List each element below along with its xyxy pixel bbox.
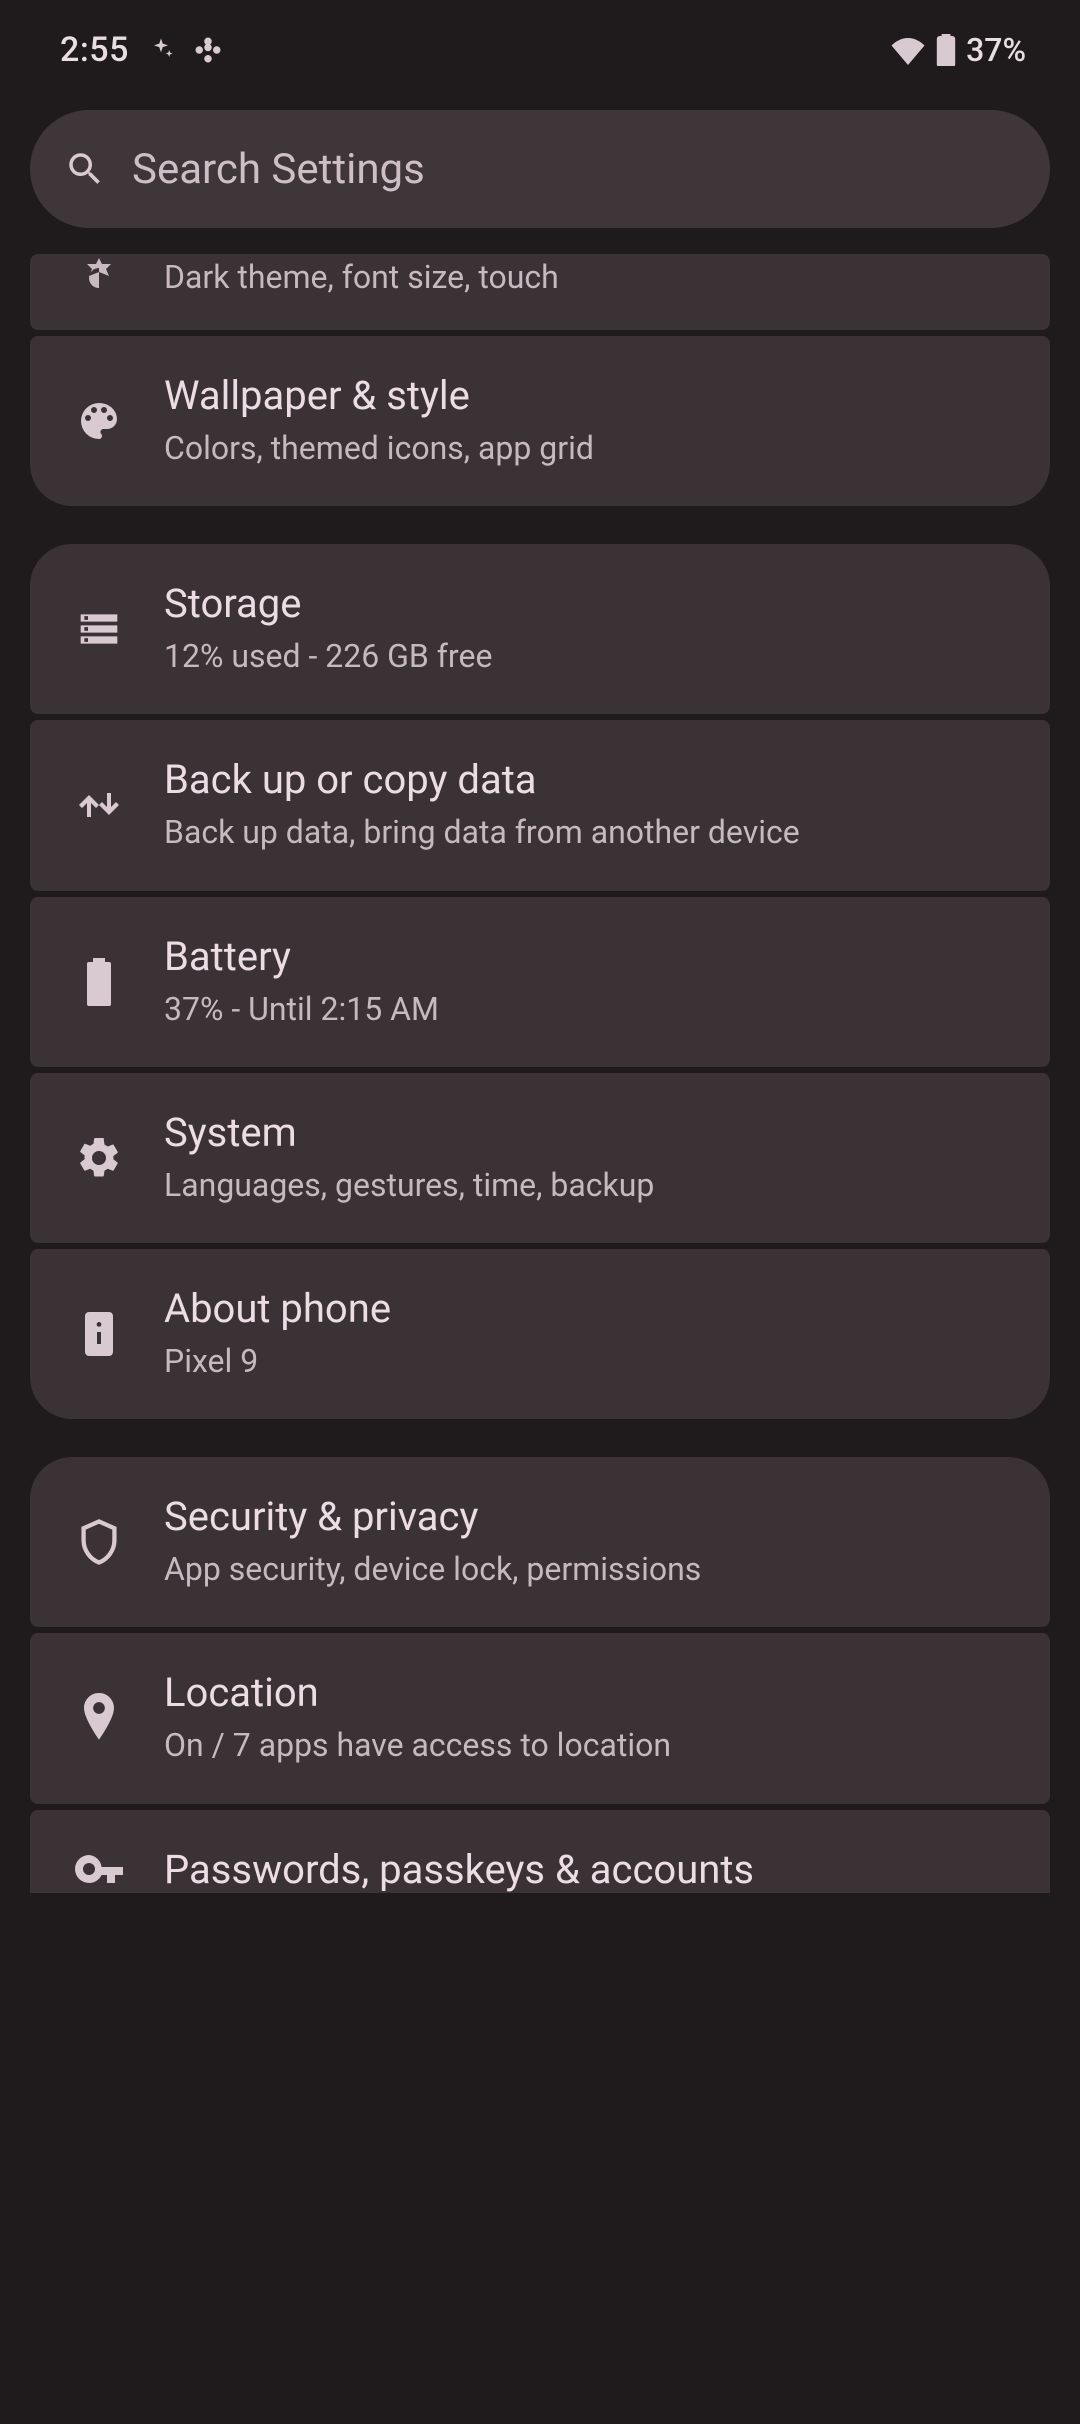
palette-icon [54, 397, 144, 445]
settings-item-backup[interactable]: Back up or copy data Back up data, bring… [30, 720, 1050, 890]
storage-icon [54, 607, 144, 651]
settings-item-storage[interactable]: Storage 12% used - 226 GB free [30, 544, 1050, 714]
passwords-title: Passwords, passkeys & accounts [164, 1846, 1020, 1893]
search-wrap: Search Settings [0, 100, 1080, 254]
status-bar: 2:55 37% [0, 0, 1080, 100]
about-title: About phone [164, 1285, 1020, 1332]
key-icon [54, 1854, 144, 1884]
settings-item-wallpaper[interactable]: Wallpaper & style Colors, themed icons, … [30, 336, 1050, 506]
storage-subtitle: 12% used - 226 GB free [164, 635, 1020, 678]
clover-icon [193, 35, 223, 65]
phone-info-icon [54, 1310, 144, 1358]
battery-icon [936, 34, 956, 66]
about-subtitle: Pixel 9 [164, 1340, 1020, 1383]
battery-full-icon [54, 958, 144, 1006]
settings-item-battery[interactable]: Battery 37% - Until 2:15 AM [30, 897, 1050, 1067]
backup-subtitle: Back up data, bring data from another de… [164, 811, 1020, 854]
battery-title: Battery [164, 933, 1020, 980]
settings-item-display[interactable]: Dark theme, font size, touch [30, 254, 1050, 330]
search-icon [64, 148, 106, 190]
sync-icon [54, 781, 144, 829]
location-title: Location [164, 1669, 1020, 1716]
settings-item-security[interactable]: Security & privacy App security, device … [30, 1457, 1050, 1627]
sparkle-icon [147, 36, 175, 64]
status-battery-pct: 37% [966, 31, 1026, 69]
security-subtitle: App security, device lock, permissions [164, 1548, 1020, 1591]
settings-list[interactable]: Dark theme, font size, touch Wallpaper &… [0, 254, 1080, 2424]
status-right: 37% [890, 31, 1026, 69]
wifi-icon [890, 35, 926, 65]
search-placeholder: Search Settings [132, 145, 425, 194]
wallpaper-title: Wallpaper & style [164, 372, 1020, 419]
settings-item-system[interactable]: System Languages, gestures, time, backup [30, 1073, 1050, 1243]
settings-item-location[interactable]: Location On / 7 apps have access to loca… [30, 1633, 1050, 1803]
system-subtitle: Languages, gestures, time, backup [164, 1164, 1020, 1207]
gear-icon [54, 1134, 144, 1182]
security-title: Security & privacy [164, 1493, 1020, 1540]
settings-item-about[interactable]: About phone Pixel 9 [30, 1249, 1050, 1419]
status-left: 2:55 [60, 30, 223, 70]
wallpaper-subtitle: Colors, themed icons, app grid [164, 427, 1020, 470]
backup-title: Back up or copy data [164, 756, 1020, 803]
location-subtitle: On / 7 apps have access to location [164, 1724, 1020, 1767]
settings-screen: 2:55 37% Search Settings [0, 0, 1080, 2424]
shield-icon [54, 1518, 144, 1566]
battery-subtitle: 37% - Until 2:15 AM [164, 988, 1020, 1031]
storage-title: Storage [164, 580, 1020, 627]
location-pin-icon [54, 1693, 144, 1743]
settings-item-passwords[interactable]: Passwords, passkeys & accounts [30, 1810, 1050, 1893]
search-settings[interactable]: Search Settings [30, 110, 1050, 228]
status-time: 2:55 [60, 30, 129, 70]
system-title: System [164, 1109, 1020, 1156]
display-subtitle: Dark theme, font size, touch [164, 256, 1020, 299]
display-icon [54, 254, 144, 302]
